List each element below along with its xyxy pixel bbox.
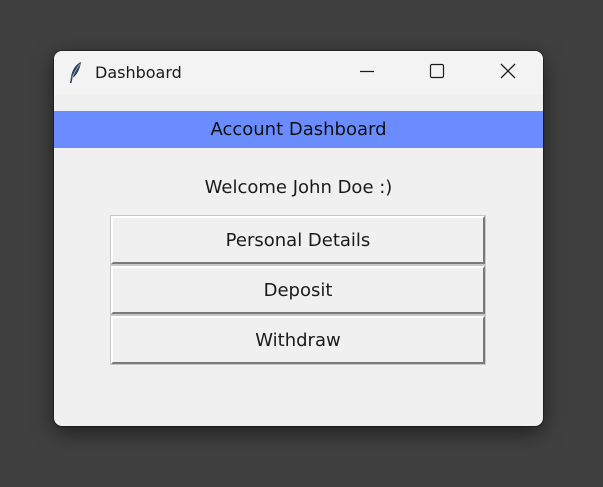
close-icon <box>500 63 516 83</box>
title-bar[interactable]: Dashboard <box>54 51 543 95</box>
withdraw-button[interactable]: Withdraw <box>110 315 486 365</box>
feather-icon <box>68 61 84 85</box>
personal-details-button[interactable]: Personal Details <box>110 215 486 265</box>
app-window: Dashboard Account Dashboard Welcome John… <box>54 51 543 426</box>
maximize-icon <box>429 63 445 83</box>
maximize-button[interactable] <box>414 51 460 95</box>
close-button[interactable] <box>485 51 531 95</box>
minimize-icon <box>359 63 375 83</box>
account-dashboard-header: Account Dashboard <box>54 111 543 148</box>
window-title: Dashboard <box>95 63 182 82</box>
welcome-message: Welcome John Doe :) <box>204 177 393 198</box>
minimize-button[interactable] <box>344 51 390 95</box>
deposit-button[interactable]: Deposit <box>110 265 486 315</box>
